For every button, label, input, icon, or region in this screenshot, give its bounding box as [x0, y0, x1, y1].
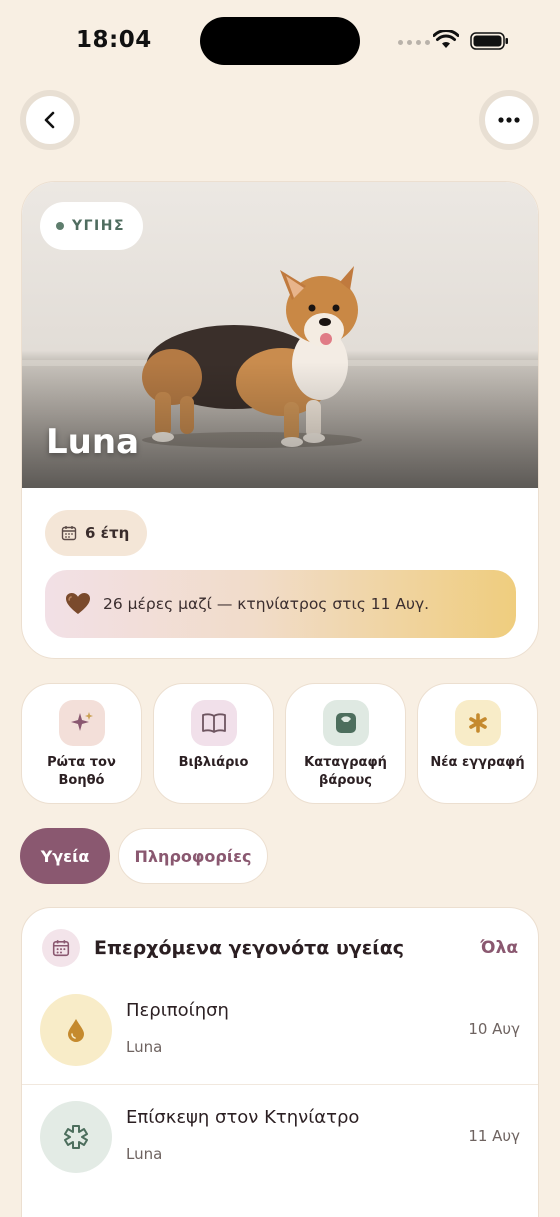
together-banner-text: 26 μέρες μαζί — κτηνίατρος στις 11 Αυγ.	[103, 595, 430, 613]
book-icon	[190, 700, 237, 746]
event-title: Επίσκεψη στον Κτηνίατρο	[126, 1107, 360, 1128]
battery-icon	[470, 32, 508, 50]
drop-icon	[40, 994, 112, 1066]
wifi-icon	[433, 30, 459, 48]
calendar-icon	[42, 929, 80, 967]
status-dot-icon	[56, 222, 64, 230]
ask-assistant-label: Ρώτα τον Βοηθό	[47, 755, 116, 788]
event-date: 10 Αυγ	[468, 1020, 520, 1038]
health-book-button[interactable]: Βιβλιάριο	[153, 683, 274, 804]
log-weight-label: Καταγραφή βάρους	[304, 755, 387, 788]
tab-info[interactable]: Πληροφορίες	[118, 828, 268, 884]
status-bar: 18:04	[0, 0, 560, 80]
pet-age: 6 έτη	[85, 524, 130, 542]
event-title: Περιποίηση	[126, 1000, 229, 1021]
ellipsis-icon	[498, 117, 520, 123]
cellular-signal-icon	[398, 40, 430, 45]
new-entry-button[interactable]: Νέα εγγραφή	[417, 683, 538, 804]
health-book-label: Βιβλιάριο	[178, 755, 249, 770]
status-time: 18:04	[76, 27, 152, 53]
see-all-link[interactable]: Όλα	[480, 938, 518, 958]
event-row[interactable]: Περιποίηση Luna 10 Αυγ	[22, 978, 538, 1085]
ask-assistant-button[interactable]: Ρώτα τον Βοηθό	[21, 683, 142, 804]
asterisk-icon	[454, 700, 501, 746]
dynamic-island	[200, 17, 360, 65]
log-weight-button[interactable]: Καταγραφή βάρους	[285, 683, 406, 804]
scale-icon	[322, 700, 369, 746]
age-chip: 6 έτη	[45, 510, 148, 556]
pet-photo: ΥΓΙΗΣ Luna	[22, 182, 538, 488]
calendar-icon	[61, 526, 77, 541]
pet-name: Luna	[46, 422, 140, 462]
medical-icon	[40, 1101, 112, 1173]
health-status-badge: ΥΓΙΗΣ	[40, 202, 144, 250]
chevron-left-icon	[44, 111, 55, 129]
sparkles-icon	[58, 700, 105, 746]
together-banner: 26 μέρες μαζί — κτηνίατρος στις 11 Αυγ.	[45, 570, 516, 638]
back-button[interactable]	[20, 90, 80, 150]
event-pet-name: Luna	[126, 1038, 163, 1056]
event-row[interactable]: Επίσκεψη στον Κτηνίατρο Luna 11 Αυγ	[22, 1084, 538, 1191]
new-entry-label: Νέα εγγραφή	[430, 755, 525, 770]
pet-profile-card: ΥΓΙΗΣ Luna 6 έτη 26 μέρες μαζί — κτηνίατ…	[21, 181, 539, 659]
more-options-button[interactable]	[479, 90, 539, 150]
event-pet-name: Luna	[126, 1145, 163, 1163]
upcoming-events-card: Επερχόμενα γεγονότα υγείας Όλα Περιποίησ…	[21, 907, 539, 1217]
tab-health[interactable]: Υγεία	[20, 828, 110, 884]
event-date: 11 Αυγ	[468, 1127, 520, 1145]
health-status-label: ΥΓΙΗΣ	[72, 218, 126, 234]
events-title: Επερχόμενα γεγονότα υγείας	[94, 937, 405, 959]
heart-icon	[66, 593, 90, 614]
